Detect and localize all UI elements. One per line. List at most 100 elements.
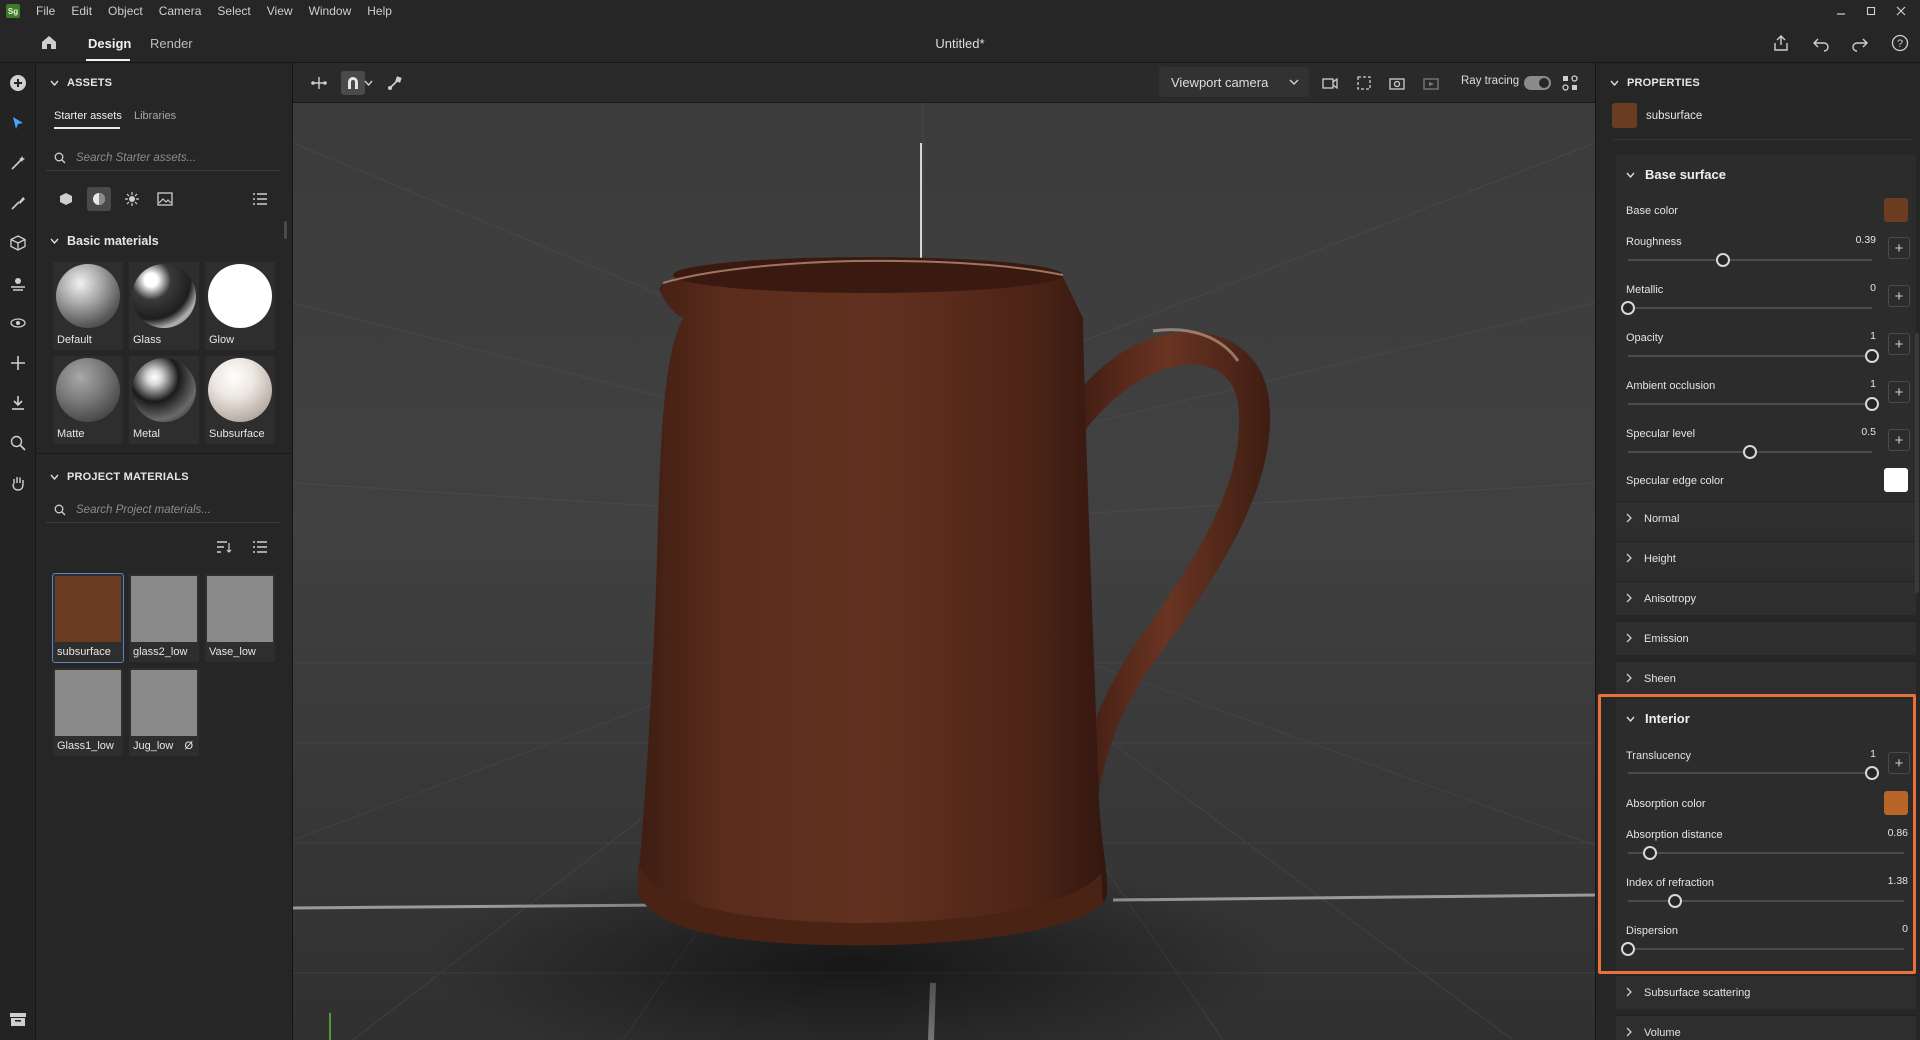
material-tile-glass[interactable]: Glass [129, 262, 199, 350]
images-filter-icon[interactable] [153, 187, 177, 211]
archive-icon[interactable] [4, 1005, 32, 1033]
material-color-chip[interactable] [1612, 103, 1637, 128]
material-tile-default[interactable]: Default [53, 262, 123, 350]
translucency-slider[interactable] [1628, 766, 1879, 780]
properties-header[interactable]: PROPERTIES [1610, 77, 1700, 89]
base-surface-header[interactable]: Base surface [1626, 167, 1726, 182]
slider-knob[interactable] [1865, 397, 1879, 411]
materials-filter-icon[interactable] [87, 187, 111, 211]
slider-knob[interactable] [1865, 349, 1879, 363]
zoom-icon[interactable] [4, 429, 32, 457]
metallic-add-map-button[interactable]: + [1888, 285, 1910, 307]
physics-icon[interactable] [383, 71, 407, 95]
render-settings-icon[interactable] [1558, 71, 1582, 95]
specular-level-slider[interactable] [1628, 445, 1872, 459]
slider-knob[interactable] [1865, 766, 1879, 780]
material-tile-glow[interactable]: Glow [205, 262, 275, 350]
project-tile-jug-low[interactable]: Jug_low Ø [129, 668, 199, 756]
group-height[interactable]: Height [1616, 541, 1916, 575]
roughness-slider[interactable] [1628, 253, 1872, 267]
paint-icon[interactable] [4, 189, 32, 217]
group-subsurface-scattering[interactable]: Subsurface scattering [1616, 975, 1916, 1009]
group-normal[interactable]: Normal [1616, 501, 1916, 535]
group-emission[interactable]: Emission [1616, 621, 1916, 655]
tab-render[interactable]: Render [150, 22, 193, 62]
tab-design[interactable]: Design [88, 22, 131, 62]
group-volume[interactable]: Volume [1616, 1015, 1916, 1040]
models-filter-icon[interactable] [54, 187, 78, 211]
slider-knob[interactable] [1667, 894, 1682, 908]
frame-selection-icon[interactable] [1352, 71, 1376, 95]
menu-camera[interactable]: Camera [151, 0, 210, 22]
material-tile-metal[interactable]: Metal [129, 356, 199, 444]
group-anisotropy[interactable]: Anisotropy [1616, 581, 1916, 615]
tab-libraries[interactable]: Libraries [134, 110, 176, 122]
slider-knob[interactable] [1743, 445, 1757, 459]
close-icon[interactable] [1886, 0, 1916, 22]
project-tile-glass1-low[interactable]: Glass1_low [53, 668, 123, 756]
opacity-add-map-button[interactable]: + [1888, 333, 1910, 355]
base-color-swatch[interactable] [1884, 198, 1908, 222]
ambient-occlusion-add-map-button[interactable]: + [1888, 381, 1910, 403]
interior-header[interactable]: Interior [1626, 711, 1690, 726]
opacity-slider[interactable] [1628, 349, 1879, 363]
environment-icon[interactable] [4, 269, 32, 297]
basic-materials-header[interactable]: Basic materials [50, 234, 159, 248]
menu-help[interactable]: Help [359, 0, 400, 22]
viewport[interactable]: Viewport camera Ray tracing [293, 63, 1595, 1040]
camera-bookmark-icon[interactable] [1318, 71, 1342, 95]
add-icon[interactable] [4, 69, 32, 97]
project-search-input[interactable] [74, 502, 264, 517]
snapshot-icon[interactable] [1385, 71, 1409, 95]
menu-edit[interactable]: Edit [63, 0, 100, 22]
minimize-icon[interactable] [1826, 0, 1856, 22]
starter-search-input[interactable] [74, 150, 264, 165]
chevron-down-icon[interactable] [361, 71, 375, 95]
ray-tracing-toggle[interactable] [1524, 76, 1551, 90]
slider-knob[interactable] [1621, 942, 1635, 956]
list-view-icon[interactable] [248, 187, 272, 211]
quick-render-icon[interactable] [1419, 71, 1443, 95]
dispersion-slider[interactable] [1621, 942, 1904, 956]
drop-to-ground-icon[interactable] [4, 389, 32, 417]
list-view-icon[interactable] [248, 535, 272, 559]
absorption-color-swatch[interactable] [1884, 791, 1908, 815]
specular-edge-color-swatch[interactable] [1884, 468, 1908, 492]
tab-starter-assets[interactable]: Starter assets [54, 110, 122, 122]
project-tile-glass2-low[interactable]: glass2_low [129, 574, 199, 662]
menu-file[interactable]: File [28, 0, 63, 22]
project-tile-subsurface[interactable]: subsurface [52, 573, 124, 663]
assets-header[interactable]: ASSETS [50, 77, 112, 89]
slider-knob[interactable] [1643, 846, 1658, 860]
select-icon[interactable] [4, 109, 32, 137]
share-icon[interactable] [1770, 32, 1792, 54]
move-icon[interactable] [4, 349, 32, 377]
project-materials-header[interactable]: PROJECT MATERIALS [50, 471, 189, 483]
translucency-add-map-button[interactable]: + [1888, 752, 1910, 774]
specular-level-add-map-button[interactable]: + [1888, 429, 1910, 451]
pan-hand-icon[interactable] [4, 469, 32, 497]
assets-scrollbar[interactable] [284, 221, 287, 239]
lights-filter-icon[interactable] [120, 187, 144, 211]
orbit-icon[interactable] [4, 309, 32, 337]
camera-dropdown[interactable]: Viewport camera [1159, 67, 1309, 97]
menu-window[interactable]: Window [301, 0, 360, 22]
material-tile-matte[interactable]: Matte [53, 356, 123, 444]
magic-select-icon[interactable] [4, 149, 32, 177]
help-icon[interactable]: ? [1889, 32, 1911, 54]
sort-icon[interactable] [212, 535, 236, 559]
menu-select[interactable]: Select [209, 0, 258, 22]
metallic-slider[interactable] [1621, 301, 1872, 315]
project-tile-vase-low[interactable]: Vase_low [205, 574, 275, 662]
undo-icon[interactable] [1810, 32, 1832, 54]
menu-view[interactable]: View [259, 0, 301, 22]
menu-object[interactable]: Object [100, 0, 151, 22]
redo-icon[interactable] [1849, 32, 1871, 54]
maximize-icon[interactable] [1856, 0, 1886, 22]
ambient-occlusion-slider[interactable] [1628, 397, 1879, 411]
roughness-add-map-button[interactable]: + [1888, 237, 1910, 259]
slider-knob[interactable] [1621, 301, 1635, 315]
material-tile-subsurface[interactable]: Subsurface [205, 356, 275, 444]
index-of-refraction-slider[interactable] [1628, 894, 1904, 908]
group-sheen[interactable]: Sheen [1616, 661, 1916, 695]
